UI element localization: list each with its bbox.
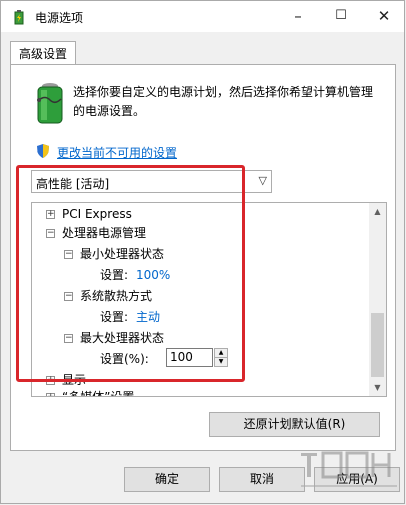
scrollbar-thumb[interactable] [371,313,384,377]
maximize-button[interactable]: ☐ [327,5,355,27]
power-options-window: 电源选项 – ☐ ✕ 高级设置 选择你要自定义的电源计划，然后选择你希望计算机管… [0,0,405,504]
scroll-up-icon[interactable]: ▲ [369,203,386,220]
window-title: 电源选项 [35,11,84,25]
expand-icon[interactable]: + [46,393,55,396]
highlight-box [16,165,245,382]
power-options-icon [14,10,24,25]
title-bar: 电源选项 – ☐ ✕ [1,1,404,32]
watermark-logo [301,451,397,487]
tab-advanced-settings[interactable]: 高级设置 [10,41,77,66]
change-unavailable-settings-link[interactable]: 更改当前不可用的设置 [57,144,177,161]
minimize-button[interactable]: – [284,5,312,27]
restore-defaults-button[interactable]: 还原计划默认值(R) [209,412,380,437]
chevron-down-icon: ▽ [258,174,267,187]
uac-shield-icon [37,144,49,158]
battery-icon [37,83,63,124]
cancel-button[interactable]: 取消 [219,467,305,492]
vertical-scrollbar[interactable]: ▲ ▼ [369,203,386,396]
description-text: 选择你要自定义的电源计划，然后选择你希望计算机管理的电源设置。 [73,85,374,118]
close-button[interactable]: ✕ [370,5,398,27]
ok-button[interactable]: 确定 [124,467,210,492]
scroll-down-icon[interactable]: ▼ [369,379,386,396]
